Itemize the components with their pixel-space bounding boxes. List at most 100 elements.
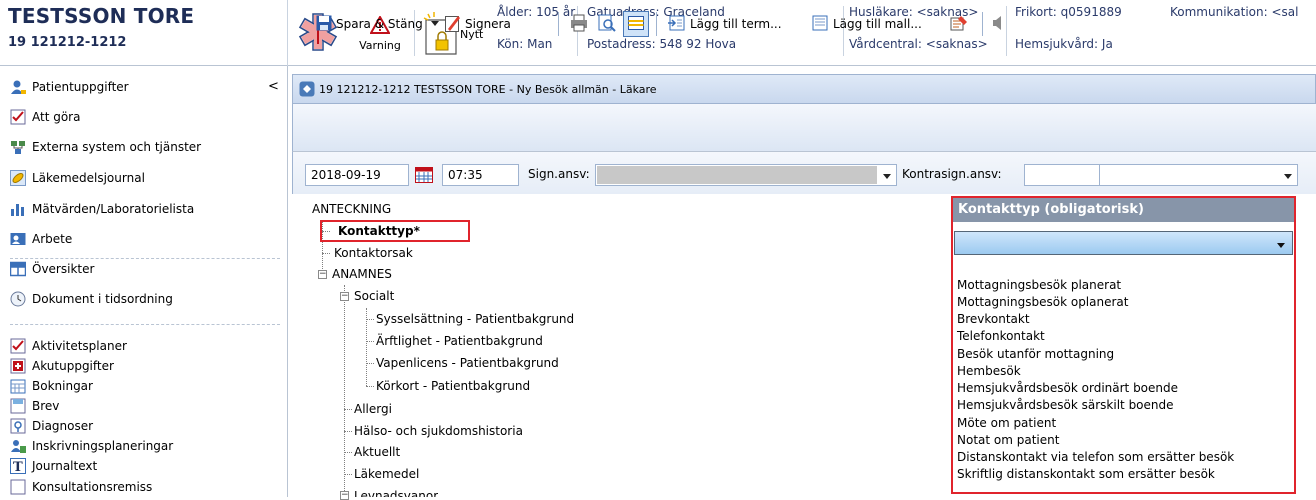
kontakttyp-option[interactable]: Besök utanför mottagning — [957, 346, 1114, 363]
document-title-bar: 19 121212-1212 TESTSSON TORE - Ny Besök … — [292, 74, 1316, 104]
kontakttyp-option[interactable]: Möte om patient — [957, 415, 1056, 432]
sidebar-separator — [10, 324, 280, 325]
tree-connector — [344, 452, 352, 453]
kontakttyp-option[interactable]: Hemsjukvårdsbesök ordinärt boende — [957, 380, 1178, 397]
calendar-icon[interactable] — [415, 167, 433, 186]
add-template-icon — [811, 15, 829, 34]
tree-node-socialt[interactable]: Socialt — [354, 286, 394, 306]
sign-button[interactable]: Signera — [445, 13, 511, 35]
tree-node-vapenlicens[interactable]: Vapenlicens - Patientbakgrund — [376, 353, 559, 373]
tree-node-halso-sjukdomshistoria[interactable]: Hälso- och sjukdomshistoria — [354, 421, 523, 441]
save-options-dropdown[interactable] — [430, 13, 440, 35]
header-divider — [287, 0, 288, 66]
chevron-down-icon — [430, 17, 440, 31]
chevron-down-icon — [1276, 239, 1286, 253]
kontakttyp-option[interactable]: Mottagningsbesök oplanerat — [957, 294, 1128, 311]
sidebar-item-att-gora[interactable]: Att göra — [10, 107, 80, 127]
text-tool-button[interactable] — [950, 13, 968, 35]
document-title: 19 121212-1212 TESTSSON TORE - Ny Besök … — [319, 82, 657, 96]
sidebar-item-aktivitetsplaner[interactable]: Aktivitetsplaner — [10, 337, 127, 355]
tree-node-anamnes[interactable]: ANAMNES — [332, 264, 392, 284]
sidebar-item-journaltext[interactable]: T Journaltext — [10, 457, 97, 475]
tree-connector — [344, 431, 352, 432]
collapse-sidebar-button[interactable]: < — [268, 79, 279, 94]
save-icon — [316, 15, 332, 34]
add-template-button[interactable]: Lägg till mall... — [811, 13, 922, 35]
journal-icon: T — [10, 458, 26, 475]
sidebar-item-patientuppgifter[interactable]: Patientuppgifter — [10, 77, 129, 97]
header-separator — [1006, 6, 1007, 56]
kontakttyp-option[interactable]: Hembesök — [957, 363, 1021, 380]
chart-icon — [10, 201, 26, 217]
kontakttyp-option[interactable]: Distanskontakt via telefon som ersätter … — [957, 449, 1234, 466]
sidebar-item-konsultationsremiss[interactable]: Konsultationsremiss — [10, 477, 152, 497]
sidebar-item-diagnoser[interactable]: Diagnoser — [10, 417, 93, 435]
print-button[interactable] — [570, 13, 588, 35]
tree-node-sysselsattning[interactable]: Sysselsättning - Patientbakgrund — [376, 309, 574, 329]
toolbar-separator — [656, 12, 657, 36]
print-icon — [570, 14, 588, 35]
layout-toggle-button[interactable] — [623, 11, 649, 37]
medication-icon — [10, 170, 26, 186]
kontakttyp-option[interactable]: Notat om patient — [957, 432, 1059, 449]
collapse-levnadsvanor-toggle[interactable]: − — [340, 491, 349, 500]
tree-node-korkort[interactable]: Körkort - Patientbakgrund — [376, 376, 530, 396]
gender-value: Man — [527, 37, 553, 51]
overview-icon — [9, 261, 27, 277]
chevron-down-icon — [882, 170, 892, 184]
sidebar-item-externa-system[interactable]: Externa system och tjänster — [10, 137, 201, 157]
date-field[interactable]: 2018-09-19 — [305, 164, 409, 186]
kontakttyp-option[interactable]: Brevkontakt — [957, 311, 1030, 328]
tree-node-arftlighet[interactable]: Ärftlighet - Patientbakgrund — [376, 331, 543, 351]
add-term-icon — [668, 15, 686, 34]
referral-icon — [10, 479, 26, 495]
document-icon — [299, 81, 315, 97]
sidebar-item-dokument[interactable]: Dokument i tidsordning — [10, 289, 173, 309]
sidebar-item-bokningar[interactable]: Bokningar — [10, 377, 93, 395]
kontakttyp-option[interactable]: Hemsjukvårdsbesök särskilt boende — [957, 397, 1174, 414]
diagnosis-icon — [10, 418, 26, 434]
tree-node-kontaktorsak[interactable]: Kontaktorsak — [334, 243, 413, 263]
tree-node-kontakttyp[interactable]: Kontakttyp* — [338, 221, 420, 241]
sidebar-item-inskrivningsplaneringar[interactable]: Inskrivningsplaneringar — [10, 437, 173, 455]
kontakttyp-option[interactable]: Telefonkontakt — [957, 328, 1045, 345]
contrasign-responsible-select[interactable] — [1024, 164, 1298, 186]
doctor-value: <saknas> — [916, 5, 979, 19]
tree-connector — [344, 409, 352, 410]
sound-button[interactable] — [992, 13, 1004, 35]
sign-responsible-select[interactable] — [595, 164, 897, 186]
contrasign-label: Kontrasign.ansv: — [902, 167, 1002, 181]
layout-icon — [628, 15, 644, 33]
network-icon — [10, 139, 26, 155]
frikort-value: q0591889 — [1060, 5, 1122, 19]
sidebar-item-lakemedelsjournal[interactable]: Läkemedelsjournal — [10, 168, 145, 188]
tree-node-allergi[interactable]: Allergi — [354, 399, 392, 419]
collapse-anamnes-toggle[interactable]: − — [318, 270, 327, 279]
collapse-socialt-toggle[interactable]: − — [340, 292, 349, 301]
person-icon — [10, 79, 26, 95]
tree-node-aktuellt[interactable]: Aktuellt — [354, 442, 400, 462]
sidebar-item-akutuppgifter[interactable]: Akutuppgifter — [10, 357, 114, 375]
tree-node-anteckning[interactable]: ANTECKNING — [312, 199, 391, 219]
kontakttyp-option[interactable]: Mottagningsbesök planerat — [957, 277, 1121, 294]
tree-connector — [344, 285, 345, 497]
postal-field: Postadress: 548 92 Hova — [587, 37, 737, 51]
postal-value: 548 92 Hova — [659, 37, 737, 51]
chevron-down-icon — [1283, 170, 1293, 184]
time-field[interactable]: 07:35 — [442, 164, 519, 186]
tree-node-levnadsvanor[interactable]: Levnadsvanor — [354, 486, 438, 497]
tree-node-lakemedel[interactable]: Läkemedel — [354, 464, 419, 484]
save-close-button[interactable]: Spara & Stäng — [316, 13, 423, 35]
kontakttyp-option[interactable]: Skriftlig distanskontakt som ersätter be… — [957, 466, 1215, 483]
toolbar — [292, 104, 1316, 152]
kontakttyp-select[interactable] — [954, 231, 1293, 255]
preview-button[interactable] — [598, 13, 616, 35]
sidebar-item-arbete[interactable]: Arbete — [10, 229, 72, 249]
sidebar-item-matvarden[interactable]: Mätvärden/Laboratorielista — [10, 199, 194, 219]
add-term-button[interactable]: Lägg till term... — [668, 13, 782, 35]
home-care-value: Ja — [1101, 37, 1113, 51]
care-center-field: Vårdcentral: <saknas> — [849, 37, 988, 51]
sidebar-item-oversikter[interactable]: Översikter — [9, 259, 94, 279]
preview-icon — [598, 14, 616, 35]
sidebar-item-brev[interactable]: Brev — [10, 397, 59, 415]
